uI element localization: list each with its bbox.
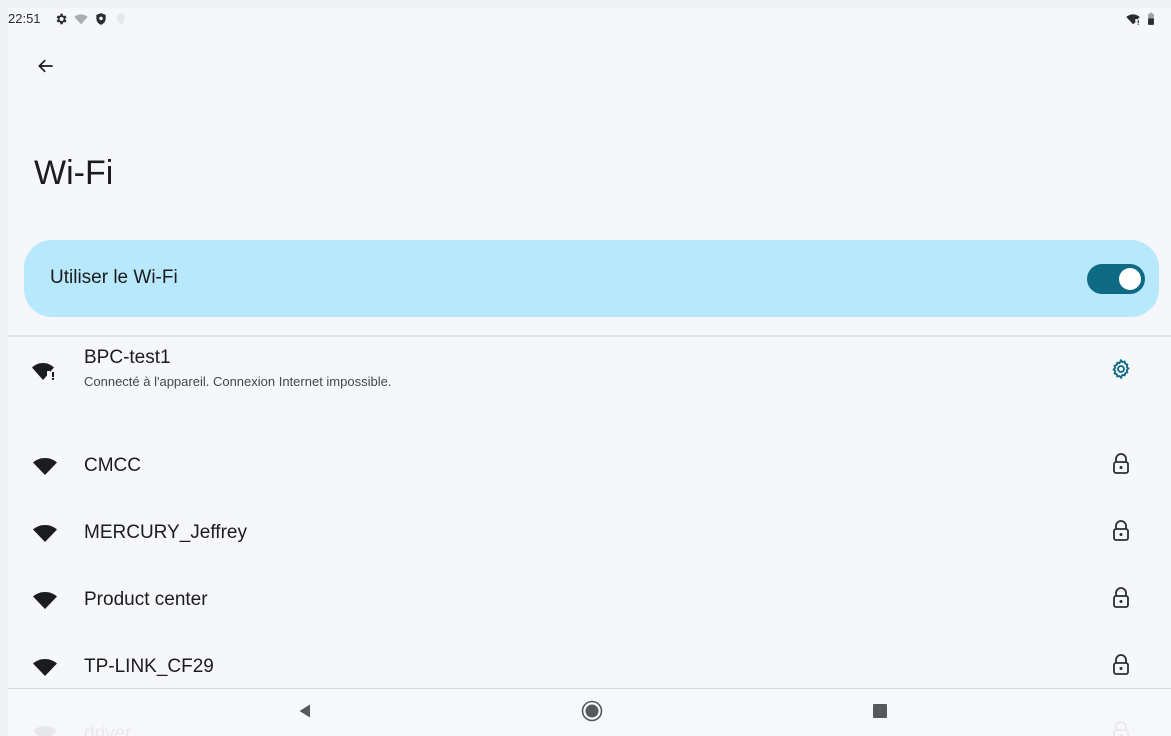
page-title: Wi-Fi xyxy=(34,154,114,192)
square-recents-icon xyxy=(872,703,888,724)
triangle-back-icon xyxy=(297,703,313,724)
wifi-full-icon xyxy=(32,656,58,678)
nav-recents-button[interactable] xyxy=(868,701,892,725)
wifi-full-icon xyxy=(32,522,58,544)
wifi-alert-icon xyxy=(32,360,58,382)
network-status: Connecté à l'appareil. Connexion Interne… xyxy=(84,374,392,389)
wifi-full-icon xyxy=(32,455,58,477)
lock-icon xyxy=(1108,518,1134,544)
network-row-mercury-jeffrey[interactable]: MERCURY_Jeffrey xyxy=(8,498,1171,564)
lock-icon xyxy=(1108,585,1134,611)
shield-icon xyxy=(94,12,108,26)
network-name: CMCC xyxy=(84,455,141,476)
nav-back-button[interactable] xyxy=(293,701,317,725)
status-bar: 22:51 xyxy=(8,8,1171,30)
wifi-full-icon xyxy=(32,589,58,611)
nav-home-button[interactable] xyxy=(580,700,604,727)
settings-gear-icon xyxy=(1110,358,1132,385)
back-button[interactable] xyxy=(32,54,60,82)
lock-icon xyxy=(1108,451,1134,477)
switch-thumb xyxy=(1119,268,1141,290)
network-settings-button[interactable] xyxy=(1108,358,1134,384)
network-name: TP-LINK_CF29 xyxy=(84,656,214,677)
network-name: Product center xyxy=(84,589,208,610)
network-row-cmcc[interactable]: CMCC xyxy=(8,431,1171,497)
wifi-alert-icon xyxy=(1126,12,1140,26)
battery-icon xyxy=(1144,12,1158,26)
arrow-left-icon xyxy=(36,56,56,81)
network-row-product-center[interactable]: Product center xyxy=(8,565,1171,631)
status-time: 22:51 xyxy=(8,11,41,26)
network-row-bpc-test1[interactable]: BPC-test1 Connecté à l'appareil. Connexi… xyxy=(8,337,1171,403)
use-wifi-toggle-row[interactable]: Utiliser le Wi-Fi xyxy=(24,240,1159,317)
lock-icon xyxy=(1108,652,1134,678)
network-name: BPC-test1 xyxy=(84,347,171,368)
network-name: MERCURY_Jeffrey xyxy=(84,522,247,543)
navigation-bar xyxy=(8,688,1171,736)
settings-gear-icon xyxy=(54,12,68,26)
use-wifi-label: Utiliser le Wi-Fi xyxy=(50,267,178,288)
circle-home-icon xyxy=(581,700,603,727)
wifi-switch[interactable] xyxy=(1087,264,1145,294)
wifi-question-icon xyxy=(74,12,88,26)
screen: 22:51 Wi-Fi Utiliser le Wi-Fi BPC-test1 … xyxy=(8,8,1171,736)
location-dim-icon xyxy=(114,12,128,26)
